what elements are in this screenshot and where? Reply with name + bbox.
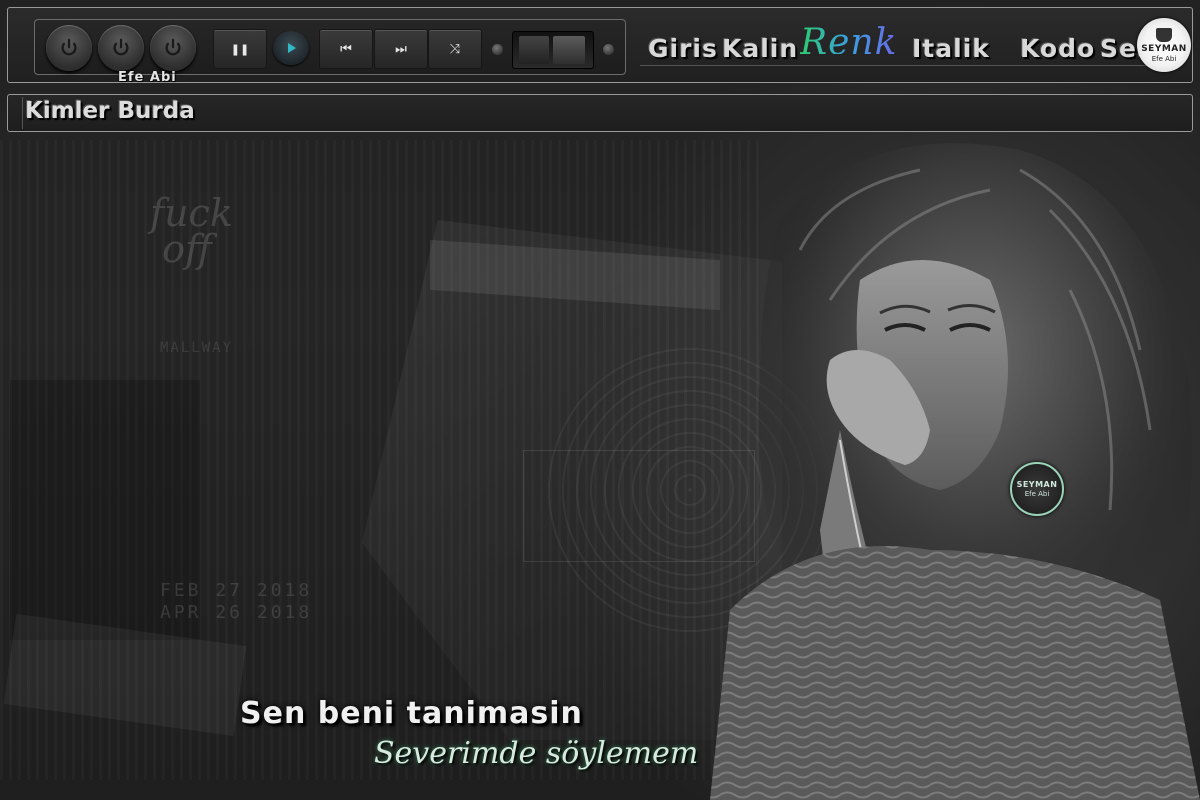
nav-item-italik[interactable]: Italik xyxy=(912,34,990,66)
nav-item-kalin[interactable]: Kalin xyxy=(722,34,798,66)
lyric-line-1: Sen beni tanimasin xyxy=(240,696,583,731)
background-panel xyxy=(10,380,200,640)
power-icon xyxy=(61,38,77,56)
power-icon xyxy=(165,38,181,56)
play-button[interactable] xyxy=(273,31,309,65)
portrait-image xyxy=(710,143,1200,800)
player-label: Efe Abi xyxy=(118,70,177,85)
watermark-title: SEYMAN xyxy=(1016,480,1058,489)
next-icon: ⏭ xyxy=(395,41,407,57)
power-button-3[interactable] xyxy=(150,25,196,71)
nav-item-giris[interactable]: Giris xyxy=(648,34,718,66)
next-button[interactable]: ⏭ xyxy=(374,29,428,69)
background-date-1: FEB 27 2018 xyxy=(160,580,313,601)
previous-icon: ⏮ xyxy=(340,41,352,57)
nav-item-renk[interactable]: Renk xyxy=(800,22,897,63)
shuffle-button[interactable]: ⤨ xyxy=(428,29,482,69)
background-graffiti: fuck off xyxy=(150,191,233,271)
pause-button[interactable]: ❚❚ xyxy=(213,29,267,69)
badge-emblem-icon xyxy=(1156,27,1172,42)
badge-subtitle: Efe Abi xyxy=(1151,54,1177,63)
site-badge[interactable]: SEYMAN Efe Abi xyxy=(1137,18,1191,72)
power-icon xyxy=(113,38,129,56)
volume-slider[interactable] xyxy=(512,31,594,69)
watermark-badge: SEYMAN Efe Abi xyxy=(1010,462,1064,516)
previous-button[interactable]: ⏮ xyxy=(319,29,373,69)
volume-left-indicator xyxy=(492,44,503,55)
online-users-list xyxy=(22,97,1183,129)
volume-right-indicator xyxy=(603,44,614,55)
pause-icon: ❚❚ xyxy=(230,42,250,56)
background-date-2: APR 26 2018 xyxy=(160,602,313,623)
badge-title: SEYMAN xyxy=(1141,43,1187,54)
volume-track xyxy=(519,36,549,64)
shuffle-icon: ⤨ xyxy=(449,41,461,57)
nav-item-ses[interactable]: Ses xyxy=(1100,34,1140,66)
nav-item-kodo[interactable]: Kodo xyxy=(1020,34,1095,66)
volume-knob[interactable] xyxy=(553,36,585,64)
play-icon xyxy=(288,43,296,53)
power-button-1[interactable] xyxy=(46,25,92,71)
watermark-subtitle: Efe Abi xyxy=(1024,490,1050,498)
background-sign-text: MALLWAY xyxy=(160,340,234,356)
power-button-2[interactable] xyxy=(98,25,144,71)
online-users-title: Kimler Burda xyxy=(25,98,195,124)
lyric-line-2: Severimde söylemem xyxy=(374,736,699,771)
